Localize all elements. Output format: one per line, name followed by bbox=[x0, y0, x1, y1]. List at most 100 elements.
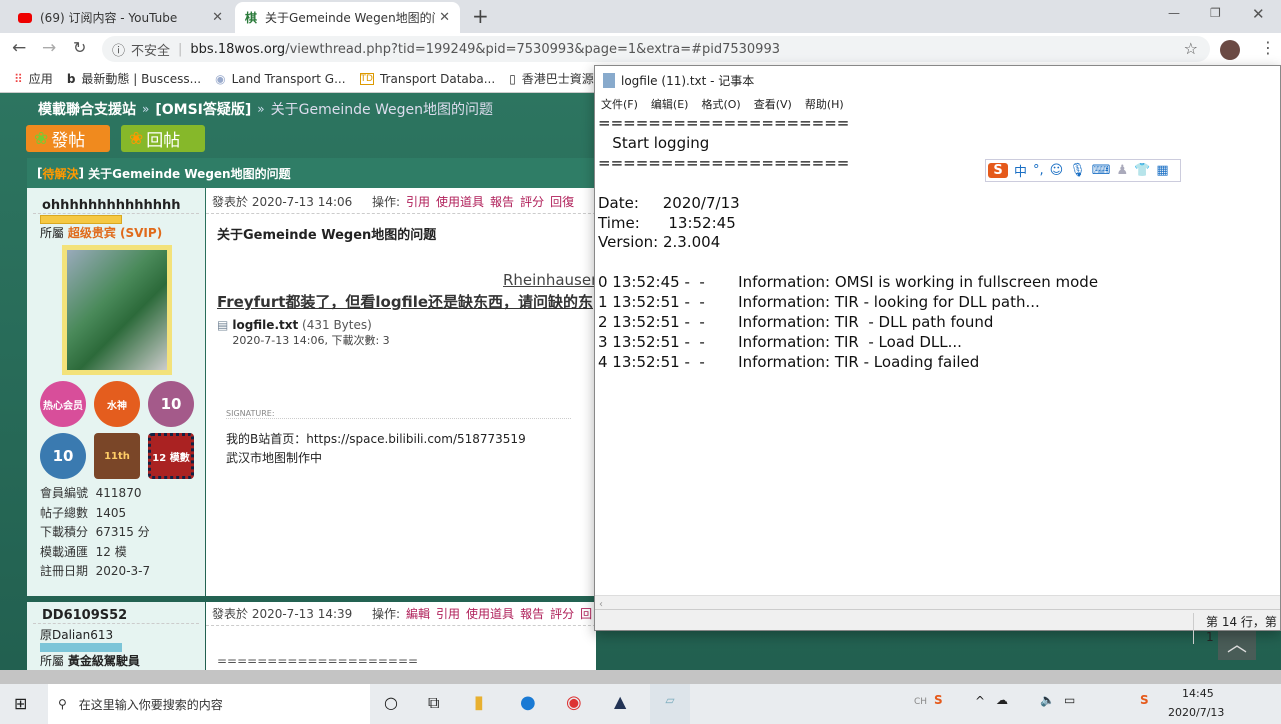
url-input[interactable]: ⓘ 不安全 | bbs.18wos.org /viewthread.php?ti… bbox=[102, 36, 1210, 62]
tray-language[interactable]: CH bbox=[914, 697, 927, 707]
report-link[interactable]: 報告 bbox=[490, 193, 514, 210]
notepad-text-area[interactable]: ==================== Start logging =====… bbox=[598, 114, 1098, 373]
tray-expand-icon[interactable]: ^ bbox=[975, 694, 985, 708]
emoji-icon[interactable]: ☺ bbox=[1050, 163, 1064, 178]
new-tab-button[interactable]: + bbox=[472, 4, 489, 28]
bookmark-buscess[interactable]: b 最新動態 | Buscess... bbox=[67, 70, 201, 87]
chrome-icon[interactable]: ◉ bbox=[566, 692, 582, 713]
reply-link[interactable]: 回復 bbox=[550, 193, 574, 210]
windows-start-icon[interactable]: ⊞ bbox=[14, 694, 27, 713]
ime-mode-toggle[interactable]: 中 bbox=[1014, 161, 1027, 180]
info-icon: ⓘ bbox=[112, 43, 126, 59]
user-icon[interactable]: ♟ bbox=[1117, 163, 1129, 178]
toolbox-icon[interactable]: ▦ bbox=[1156, 163, 1168, 178]
signature: 我的B站首页：https://space.bilibili.com/518773… bbox=[226, 430, 526, 468]
breadcrumb-sep: » bbox=[142, 102, 150, 116]
back-icon[interactable]: ← bbox=[12, 38, 26, 58]
skin-icon[interactable]: 👕 bbox=[1134, 163, 1150, 178]
apps-icon: ⠿ bbox=[14, 71, 23, 86]
td-icon: TD bbox=[359, 72, 374, 85]
network-icon[interactable]: ▭ bbox=[1064, 693, 1075, 707]
close-tab-icon[interactable]: ✕ bbox=[439, 10, 450, 25]
button-label: 發帖 bbox=[51, 131, 86, 151]
volume-icon[interactable]: 🔈 bbox=[1040, 693, 1055, 707]
profile-avatar[interactable] bbox=[1220, 40, 1240, 60]
bookmark-transport-database[interactable]: TD Transport Databa... bbox=[359, 71, 496, 86]
breadcrumb-sep: » bbox=[257, 102, 265, 116]
badge-10: 10 bbox=[148, 381, 194, 427]
stat-value: 1405 bbox=[95, 505, 127, 520]
sogou-tray-icon-2[interactable]: S bbox=[1140, 693, 1149, 707]
reply-link[interactable]: 回 bbox=[580, 605, 592, 622]
task-view-icon[interactable]: ⧉ bbox=[428, 693, 439, 713]
menu-edit[interactable]: 编辑(E) bbox=[651, 96, 689, 112]
sogou-logo-icon[interactable]: S bbox=[988, 163, 1008, 178]
menu-help[interactable]: 帮助(H) bbox=[805, 96, 844, 112]
signature-line: 武汉市地图制作中 bbox=[226, 451, 323, 465]
new-post-button[interactable]: ❀ 發帖 bbox=[26, 125, 110, 152]
menu-format[interactable]: 格式(O) bbox=[701, 96, 740, 112]
forward-icon[interactable]: → bbox=[42, 38, 56, 58]
breadcrumb-home[interactable]: 模載聯合支援站 bbox=[38, 99, 136, 119]
post-content: 發表於 2020-7-13 14:06 操作: 引用 使用道具 報告 評分 回復 关于G… bbox=[206, 188, 601, 596]
sogou-tray-icon[interactable]: S bbox=[934, 693, 943, 707]
use-item-link[interactable]: 使用道具 bbox=[466, 605, 514, 622]
breadcrumb: 模載聯合支援站 » [OMSI答疑版] » 关于Gemeinde Wegen地图… bbox=[38, 99, 493, 119]
badges-row-1: 热心会员 水神 10 bbox=[27, 375, 205, 427]
rate-link[interactable]: 評分 bbox=[550, 605, 574, 622]
keyboard-icon[interactable]: ⌨ bbox=[1092, 163, 1111, 178]
app-icon[interactable]: ▲ bbox=[614, 692, 626, 711]
quote-link[interactable]: 引用 bbox=[406, 193, 430, 210]
security-label: 不安全 bbox=[131, 43, 171, 59]
attachment-info: 2020-7-13 14:06, 下載次數: 3 bbox=[232, 334, 390, 347]
page-horizontal-scrollbar[interactable] bbox=[0, 670, 1281, 684]
clock-time[interactable]: 14:45 bbox=[1182, 687, 1214, 700]
menu-file[interactable]: 文件(F) bbox=[601, 96, 638, 112]
bookmark-hk-bus[interactable]: ▯ 香港巴士資源 bbox=[509, 70, 594, 87]
restore-button[interactable]: ❐ bbox=[1210, 6, 1221, 20]
quote-link[interactable]: 引用 bbox=[436, 605, 460, 622]
use-item-link[interactable]: 使用道具 bbox=[436, 193, 484, 210]
reload-icon[interactable]: ↻ bbox=[73, 38, 86, 57]
attachment-link[interactable]: logfile.txt bbox=[232, 318, 298, 332]
bookmark-apps[interactable]: ⠿ 应用 bbox=[14, 70, 53, 87]
file-explorer-icon[interactable]: ▮ bbox=[474, 692, 484, 713]
signature-label: SIGNATURE: bbox=[226, 409, 571, 419]
bookmark-star-icon[interactable]: ☆ bbox=[1184, 39, 1198, 58]
report-link[interactable]: 報告 bbox=[520, 605, 544, 622]
site-icon: 棋 bbox=[245, 11, 258, 25]
notepad-horizontal-scrollbar[interactable]: ‹ bbox=[595, 595, 1280, 610]
badge-enthusiast: 热心会员 bbox=[40, 381, 86, 427]
clock-date[interactable]: 2020/7/13 bbox=[1168, 706, 1224, 719]
author-name[interactable]: ohhhhhhhhhhhhhh bbox=[33, 188, 199, 214]
thread-title: 关于Gemeinde Wegen地图的问题 bbox=[88, 166, 291, 181]
breadcrumb-board[interactable]: [OMSI答疑版] bbox=[155, 99, 251, 119]
post-content: 發表於 2020-7-13 14:39 操作: 編輯 引用 使用道具 報告 評分回 ==… bbox=[206, 602, 596, 670]
menu-view[interactable]: 查看(V) bbox=[754, 96, 792, 112]
notepad-taskbar-icon[interactable]: ▱ bbox=[650, 684, 690, 724]
close-tab-icon[interactable]: ✕ bbox=[212, 10, 223, 25]
taskbar-search-input[interactable]: ⚲ 在这里输入你要搜索的内容 bbox=[48, 684, 370, 724]
cortana-icon[interactable]: ○ bbox=[384, 693, 398, 712]
bookmark-label: Transport Databa... bbox=[379, 71, 496, 86]
notepad-statusbar: 第 14 行，第 1 bbox=[595, 609, 1280, 644]
tab-forum[interactable]: 棋 关于Gemeinde Wegen地图的问 ✕ bbox=[235, 2, 460, 33]
edge-icon[interactable]: ● bbox=[520, 692, 536, 713]
author-name[interactable]: DD6109S52 bbox=[33, 602, 199, 624]
close-window-button[interactable]: ✕ bbox=[1252, 5, 1265, 23]
user-avatar[interactable] bbox=[62, 245, 172, 375]
tab-youtube[interactable]: (69) 订阅内容 - YouTube ✕ bbox=[8, 2, 233, 33]
badge-cake: 11th bbox=[94, 433, 140, 479]
paw-icon: ❀ bbox=[129, 128, 144, 149]
stat-label: 模載通匯 bbox=[40, 544, 89, 559]
rate-link[interactable]: 評分 bbox=[520, 193, 544, 210]
menu-icon[interactable]: ⋮ bbox=[1260, 38, 1276, 57]
edit-link[interactable]: 編輯 bbox=[406, 605, 430, 622]
bookmark-land-transport[interactable]: ◉ Land Transport G... bbox=[215, 72, 345, 86]
ime-punct-toggle[interactable]: °, bbox=[1033, 163, 1044, 178]
microphone-icon[interactable]: 🎙 bbox=[1069, 163, 1086, 178]
onedrive-icon[interactable]: ☁ bbox=[996, 693, 1008, 707]
minimize-button[interactable]: — bbox=[1168, 6, 1180, 20]
reply-button[interactable]: ❀ 回帖 bbox=[121, 125, 205, 152]
cursor-position: 第 14 行，第 1 bbox=[1193, 613, 1280, 644]
